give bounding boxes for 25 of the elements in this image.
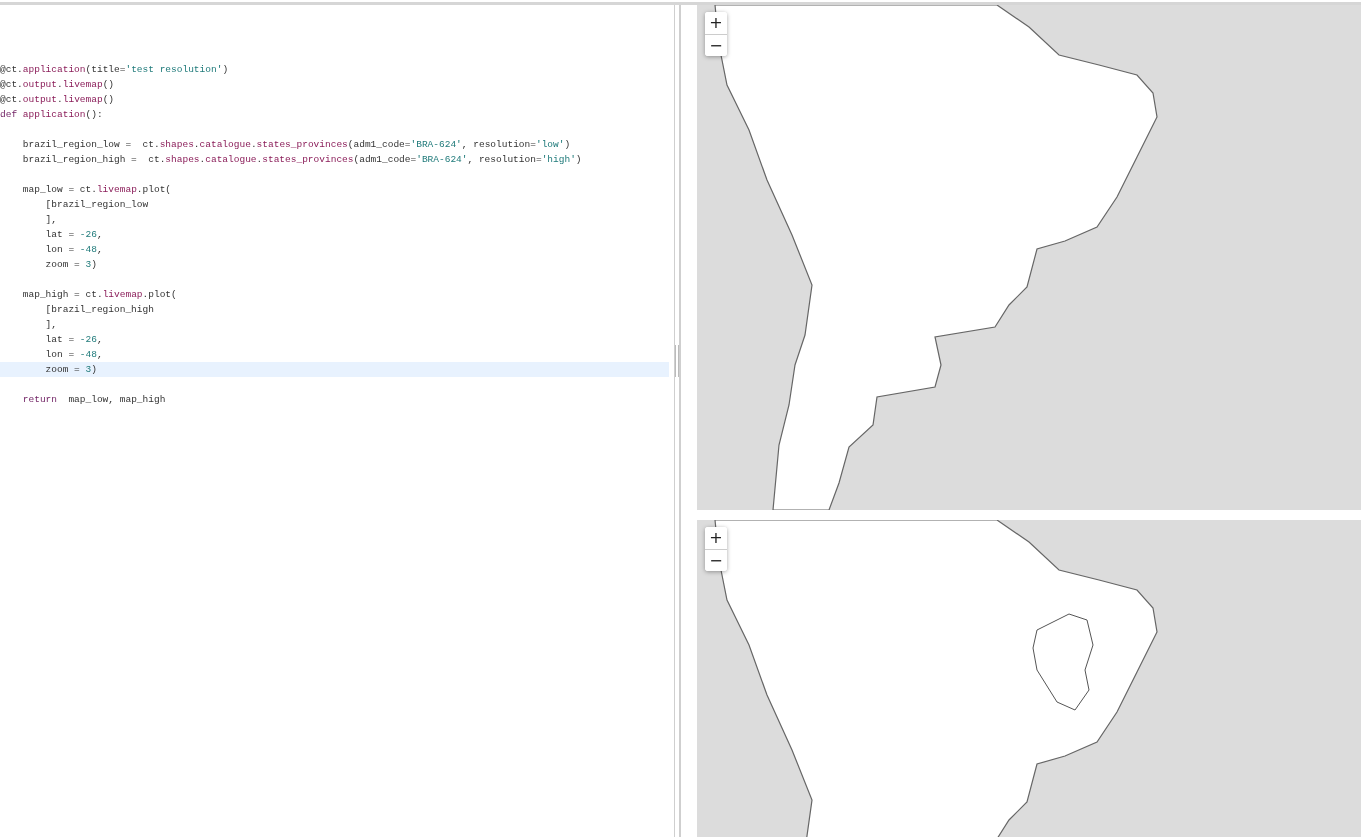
code-line: zoom = 3) [44, 258, 98, 272]
code-line: return map_low, map_high [21, 393, 167, 407]
code-line: brazil_region_low = ct.shapes.catalogue.states_provinces(adm1_code='BRA-624', resolution='low') [21, 138, 572, 152]
zoom-out-button[interactable]: − [705, 34, 727, 56]
map-drawing[interactable]: + − [697, 520, 1361, 837]
code-line: @ct.output.livemap() [0, 78, 116, 92]
zoom-in-button[interactable]: + [705, 12, 727, 34]
code-line: @ct.output.livemap() [0, 93, 116, 107]
code-line: lat = -26, [44, 333, 104, 347]
code-line: brazil_region_high = ct.shapes.catalogue.states_provinces(adm1_code='BRA-624', resolution='high') [21, 153, 583, 167]
code-line: lon = -48, [44, 243, 104, 257]
code-line: @ct.application(title='test resolution') [0, 63, 230, 77]
code-line: ], [44, 318, 58, 332]
code-line: def application(): [0, 108, 104, 122]
zoom-in-button[interactable]: + [705, 527, 727, 549]
panel-splitter[interactable] [674, 5, 681, 837]
code-line: lat = -26, [44, 228, 104, 242]
code-line: [brazil_region_high [44, 303, 155, 317]
map-drawing[interactable]: + − [697, 5, 1361, 510]
code-line: lon = -48, [44, 348, 104, 362]
zoom-out-button[interactable]: − [705, 549, 727, 571]
code-line: map_low = ct.livemap.plot( [21, 183, 173, 197]
code-line: map_high = ct.livemap.plot( [21, 288, 178, 302]
code-line: ], [44, 213, 58, 227]
code-line: [brazil_region_low [44, 198, 150, 212]
